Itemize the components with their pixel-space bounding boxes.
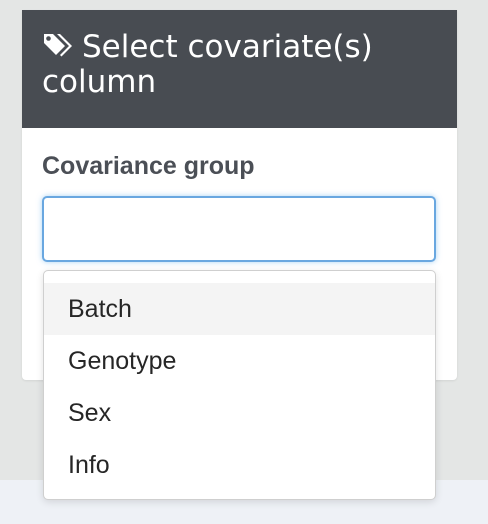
- dropdown-option-batch[interactable]: Batch: [44, 283, 435, 335]
- panel-body: Covariance group: [22, 128, 457, 262]
- panel-title: Select covariate(s) column: [42, 30, 437, 100]
- covariance-group-input[interactable]: [42, 196, 436, 262]
- covariance-options-dropdown: Batch Genotype Sex Info: [43, 270, 436, 500]
- dropdown-option-genotype[interactable]: Genotype: [44, 335, 435, 387]
- dropdown-option-info[interactable]: Info: [44, 439, 435, 491]
- dropdown-option-sex[interactable]: Sex: [44, 387, 435, 439]
- tags-icon: [44, 34, 72, 57]
- panel-header: Select covariate(s) column: [22, 10, 457, 128]
- panel-title-text: Select covariate(s) column: [42, 29, 373, 100]
- covariance-group-label: Covariance group: [42, 152, 255, 180]
